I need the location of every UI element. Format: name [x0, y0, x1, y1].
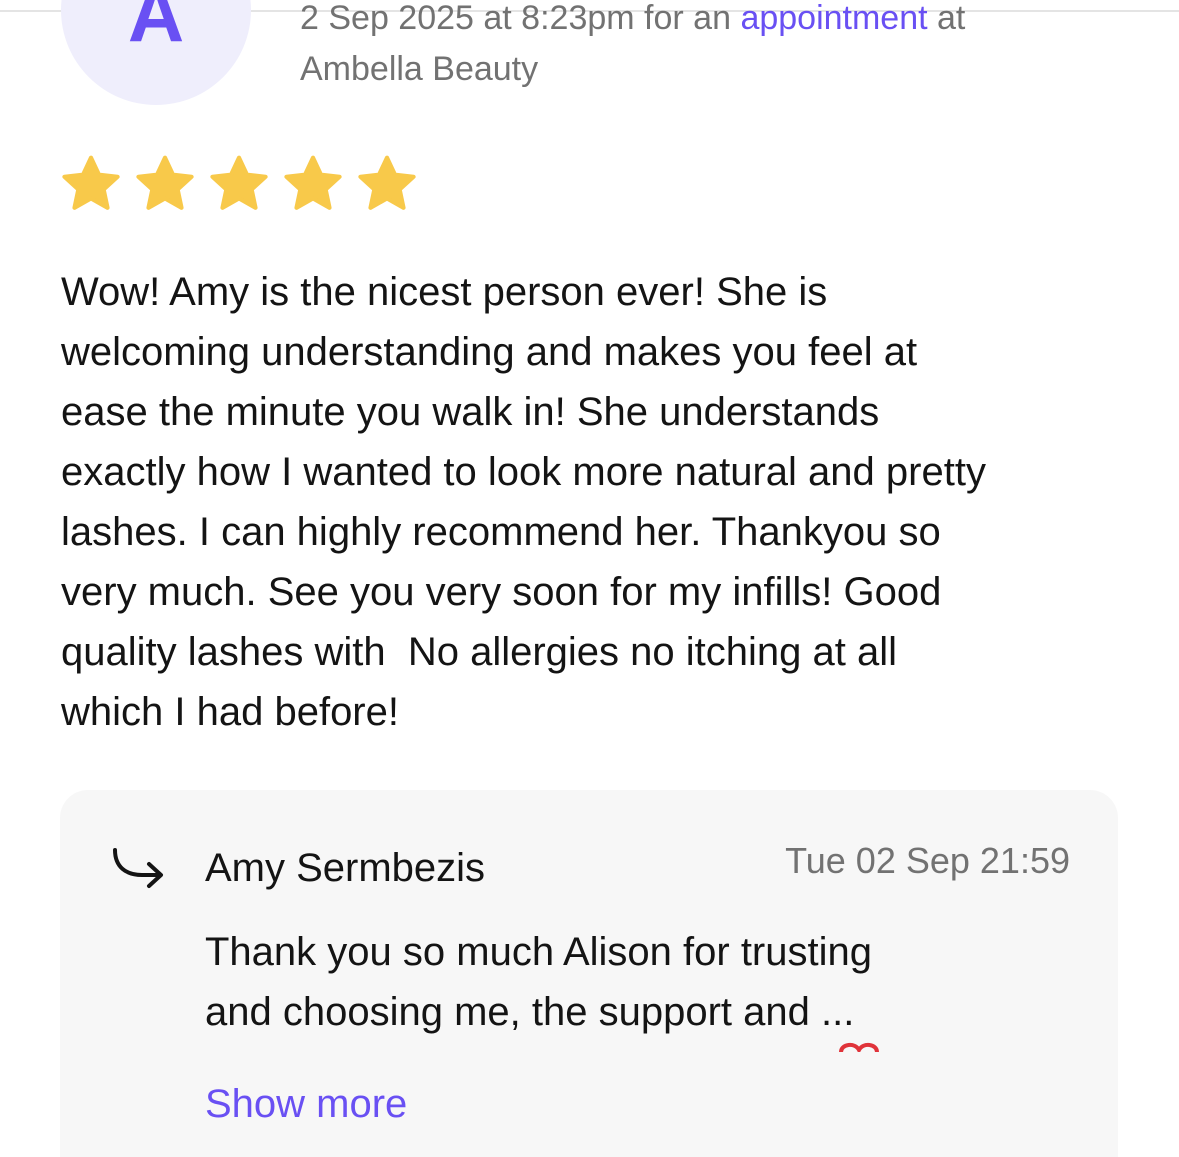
reply-date: Tue 02 Sep 21:59 [785, 840, 1070, 881]
reply-author: Amy Sermbezis [205, 846, 486, 890]
show-more-button[interactable]: Show more [205, 1076, 407, 1132]
review-date-text: 2 Sep 2025 at 8:23pm for an [300, 0, 741, 37]
avatar: A [61, 0, 251, 105]
star-icon [358, 155, 416, 210]
review-meta-line1: 2 Sep 2025 at 8:23pm for an appointment … [300, 0, 965, 43]
star-icon [210, 155, 268, 210]
heart-emoji-icon [839, 1043, 879, 1052]
reply-arrow-icon [113, 848, 163, 888]
star-icon [284, 155, 342, 210]
star-icon [62, 155, 120, 210]
review-page: A 2 Sep 2025 at 8:23pm for an appointmen… [0, 0, 1179, 1157]
reply-text: Thank you so much Alison for trusting an… [205, 930, 872, 1034]
reply-card: Amy Sermbezis Tue 02 Sep 21:59 Thank you… [60, 790, 1118, 1157]
star-rating [60, 153, 418, 217]
venue-name: Ambella Beauty [300, 50, 539, 88]
avatar-initial: A [127, 0, 185, 58]
review-meta-suffix: at [927, 0, 966, 37]
appointment-link[interactable]: appointment [740, 0, 927, 37]
review-text: Wow! Amy is the nicest person ever! She … [61, 270, 986, 734]
star-icon [136, 155, 194, 210]
